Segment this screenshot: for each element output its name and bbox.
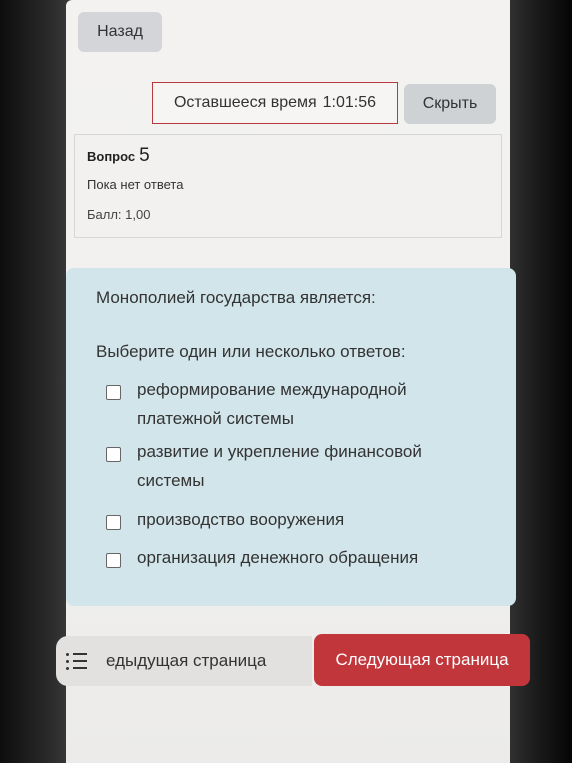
answer-option-2[interactable]: развитие и укрепление финансовой системы [106,442,486,495]
answer-label-2: развитие и укрепление финансовой системы [137,437,422,495]
timer-value: 1:01:56 [322,94,377,111]
answer-label-3: производство вооружения [137,505,344,534]
answer-option-4[interactable]: организация денежного обращения [106,548,486,572]
question-number: 5 [139,145,150,166]
answer-label-2-line-2: системы [137,471,205,490]
answer-label-3-line-1: производство вооружения [137,510,345,529]
answer-label-4: организация денежного обращения [137,543,418,572]
question-text: Монополией государства является: [96,288,376,307]
answer-checkbox-4[interactable] [106,553,121,568]
answer-label-1: реформирование международной платежной с… [137,375,407,433]
answer-checkbox-2[interactable] [106,447,121,462]
answer-prompt: Выберите один или несколько ответов: [96,342,406,361]
answer-option-3[interactable]: производство вооружения [106,510,486,534]
question-title: Вопрос 5 [87,145,150,167]
question-score: Балл: 1,00 [87,207,151,222]
answer-checkbox-3[interactable] [106,515,121,530]
previous-page-button[interactable]: едыдущая страница [106,651,266,671]
next-page-button[interactable]: Следующая страница [314,634,530,686]
answer-option-1[interactable]: реформирование международной платежной с… [106,380,486,433]
answer-label-2-line-1: развитие и укрепление финансовой [137,442,422,461]
answer-label-4-line-1: организация денежного обращения [137,548,419,567]
timer-label: Оставшееся время [173,94,317,111]
answer-label-1-line-2: платежной системы [137,409,294,428]
answer-checkbox-1[interactable] [106,385,121,400]
question-info-panel: Вопрос 5 Пока нет ответа Балл: 1,00 [74,134,502,238]
question-card: Монополией государства является: Выберит… [66,268,516,606]
answer-label-1-line-1: реформирование международной [137,380,407,399]
hide-timer-button[interactable]: Скрыть [404,84,496,124]
question-title-prefix: Вопрос [87,149,136,164]
list-icon[interactable] [66,646,96,676]
question-status: Пока нет ответа [87,177,184,192]
timer-box: Оставшееся время 1:01:56 [152,82,398,124]
prev-page-bar[interactable]: едыдущая страница [56,636,312,686]
back-button[interactable]: Назад [78,12,162,52]
